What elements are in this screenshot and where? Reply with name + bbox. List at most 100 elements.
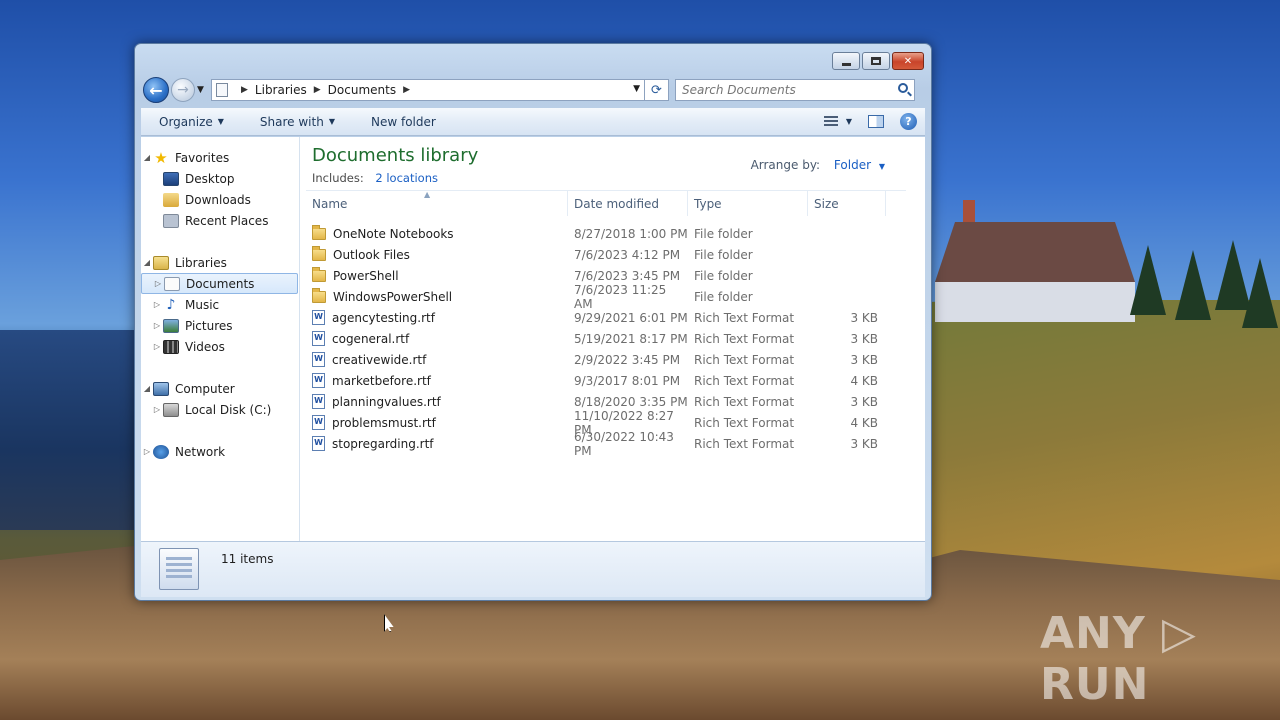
- nav-item-favorites[interactable]: ◢ ★ Favorites: [141, 147, 299, 168]
- recent-pages-dropdown[interactable]: ▼: [197, 85, 207, 95]
- share-with-menu[interactable]: Share with ▼: [242, 108, 353, 135]
- downloads-icon: [163, 192, 179, 207]
- minimize-button[interactable]: [832, 52, 860, 70]
- file-date: 8/18/2020 3:35 PM: [574, 394, 688, 409]
- chevron-right-icon[interactable]: ▶: [314, 85, 321, 95]
- help-button[interactable]: ?: [900, 113, 917, 130]
- nav-item-libraries[interactable]: ◢ Libraries: [141, 252, 299, 273]
- rtf-document-icon: W: [312, 394, 325, 409]
- expand-arrow-icon[interactable]: ◢: [141, 384, 153, 393]
- file-row[interactable]: Wcreativewide.rtf 2/9/2022 3:45 PM Rich Te…: [306, 349, 906, 370]
- search-input[interactable]: [682, 83, 882, 97]
- nav-item-computer[interactable]: ◢ Computer: [141, 378, 299, 399]
- column-header-size[interactable]: Size: [808, 191, 886, 216]
- includes-locations-link[interactable]: 2 locations: [375, 171, 438, 185]
- expand-arrow-icon[interactable]: ▷: [151, 300, 163, 309]
- libraries-icon: [153, 255, 169, 270]
- file-name-cell: Wcogeneral.rtf: [306, 331, 568, 346]
- column-header-type[interactable]: Type: [688, 191, 808, 216]
- organize-menu[interactable]: Organize ▼: [141, 108, 242, 135]
- content-area: ◢ ★ Favorites Desktop Downloads Recent P…: [141, 137, 925, 541]
- file-name: creativewide.rtf: [332, 352, 427, 367]
- new-folder-button[interactable]: New folder: [353, 108, 454, 135]
- views-icon: [823, 115, 838, 128]
- expand-arrow-icon[interactable]: ▷: [151, 405, 163, 414]
- nav-label: Desktop: [185, 171, 235, 186]
- file-name-cell: Wagencytesting.rtf: [306, 310, 568, 325]
- nav-item-videos[interactable]: ▷ Videos: [141, 336, 299, 357]
- file-name-cell: Outlook Files: [306, 245, 568, 262]
- address-bar[interactable]: ▶ Libraries ▶ Documents ▶ ▼: [211, 79, 645, 101]
- rtf-document-icon: W: [312, 310, 325, 325]
- file-type: Rich Text Format: [694, 415, 795, 430]
- file-row[interactable]: Wcogeneral.rtf 5/19/2021 8:17 PM Rich Text…: [306, 328, 906, 349]
- change-view-button[interactable]: ▼: [823, 115, 852, 128]
- file-name: OneNote Notebooks: [333, 226, 454, 241]
- nav-item-documents[interactable]: ▷ Documents: [141, 273, 298, 294]
- desktop-wallpaper-tree: [1175, 250, 1211, 320]
- file-name: cogeneral.rtf: [332, 331, 410, 346]
- chevron-right-icon[interactable]: ▶: [241, 85, 248, 95]
- column-label: Size: [814, 196, 839, 211]
- search-box[interactable]: [675, 79, 915, 101]
- address-history-dropdown[interactable]: ▼: [633, 84, 640, 94]
- file-type: Rich Text Format: [694, 310, 795, 325]
- column-header-name[interactable]: ▲ Name: [306, 190, 568, 216]
- file-size: 3 KB: [850, 352, 878, 367]
- breadcrumb-libraries[interactable]: Libraries: [255, 83, 307, 97]
- view-controls: ▼ ?: [823, 113, 925, 130]
- file-type: Rich Text Format: [694, 331, 795, 346]
- music-icon: ♪: [166, 296, 176, 313]
- expand-arrow-icon[interactable]: ◢: [141, 153, 153, 162]
- maximize-button[interactable]: [862, 52, 890, 70]
- file-row[interactable]: WindowsPowerShell 7/6/2023 11:25 AM File f…: [306, 283, 906, 311]
- arrange-by-dropdown[interactable]: Folder: [834, 158, 871, 172]
- expand-arrow-icon[interactable]: ◢: [141, 258, 153, 267]
- column-label: Type: [694, 196, 722, 211]
- file-row[interactable]: Wagencytesting.rtf 9/29/2021 6:01 PM Rich …: [306, 307, 906, 328]
- expand-arrow-icon[interactable]: ▷: [152, 279, 164, 288]
- folder-icon: [312, 266, 326, 282]
- file-type: File folder: [694, 289, 753, 304]
- videos-icon: [163, 339, 179, 354]
- nav-item-pictures[interactable]: ▷ Pictures: [141, 315, 299, 336]
- file-row[interactable]: Outlook Files 7/6/2023 4:12 PM File folder: [306, 244, 906, 265]
- nav-item-recent-places[interactable]: Recent Places: [141, 210, 299, 231]
- file-size: 3 KB: [850, 436, 878, 451]
- file-row[interactable]: Wmarketbefore.rtf 9/3/2017 8:01 PM Rich Te…: [306, 370, 906, 391]
- file-size: 3 KB: [850, 331, 878, 346]
- expand-arrow-icon[interactable]: ▷: [141, 447, 153, 456]
- file-type: File folder: [694, 268, 753, 283]
- refresh-button[interactable]: ⟳: [645, 79, 669, 101]
- nav-item-local-disk[interactable]: ▷ Local Disk (C:): [141, 399, 299, 420]
- chevron-down-icon: ▼: [328, 117, 335, 126]
- folder-icon: [312, 287, 326, 303]
- chevron-right-icon[interactable]: ▶: [403, 85, 410, 95]
- file-list: OneNote Notebooks 8/27/2018 1:00 PM File f…: [306, 223, 906, 458]
- expand-arrow-icon[interactable]: ▷: [151, 321, 163, 330]
- back-button[interactable]: ←: [143, 77, 169, 103]
- file-row[interactable]: OneNote Notebooks 8/27/2018 1:00 PM File f…: [306, 223, 906, 244]
- nav-item-music[interactable]: ▷ ♪ Music: [141, 294, 299, 315]
- chevron-down-icon[interactable]: ▼: [879, 162, 885, 171]
- search-icon[interactable]: [898, 83, 908, 93]
- forward-button[interactable]: →: [171, 78, 195, 102]
- expand-arrow-icon[interactable]: ▷: [151, 342, 163, 351]
- column-label: Name: [312, 196, 348, 211]
- file-row[interactable]: Wstopregarding.rtf 6/30/2022 10:43 PM Rich…: [306, 430, 906, 458]
- nav-item-downloads[interactable]: Downloads: [141, 189, 299, 210]
- nav-item-desktop[interactable]: Desktop: [141, 168, 299, 189]
- command-bar: Organize ▼ Share with ▼ New folder ▼ ?: [141, 108, 925, 136]
- breadcrumb-documents[interactable]: Documents: [328, 83, 396, 97]
- preview-pane-button[interactable]: [868, 115, 884, 128]
- file-name: Outlook Files: [333, 247, 410, 262]
- file-name: WindowsPowerShell: [333, 289, 453, 304]
- column-header-date[interactable]: Date modified: [568, 191, 688, 216]
- recent-places-icon: [163, 213, 179, 228]
- file-size: 3 KB: [850, 394, 878, 409]
- file-name-cell: PowerShell: [306, 266, 568, 283]
- includes-label: Includes:: [312, 171, 364, 185]
- close-button[interactable]: ✕: [892, 52, 924, 70]
- nav-item-network[interactable]: ▷ Network: [141, 441, 299, 462]
- rtf-document-icon: W: [312, 331, 325, 346]
